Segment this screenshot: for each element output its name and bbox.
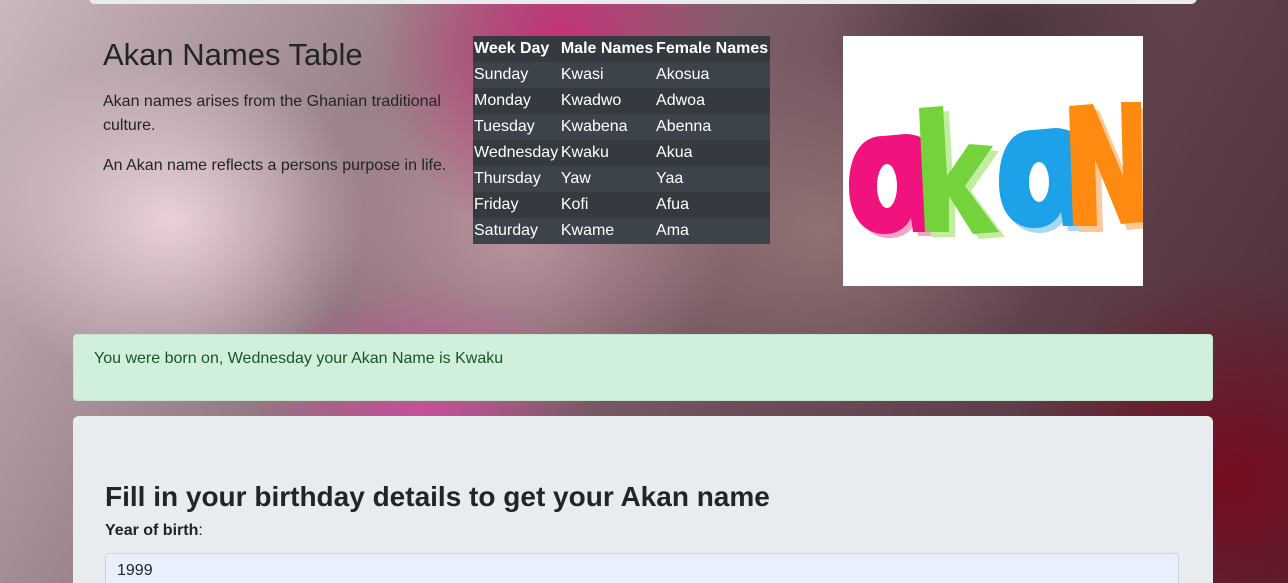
year-of-birth-input[interactable] [105,553,1179,583]
cell-male-name: Kofi [560,196,589,213]
header-male-names: Male Names [559,36,656,62]
cell-male-name: Kwame [560,222,615,239]
cell-female-name: Abenna [656,118,712,135]
logo-letter-n [1069,102,1149,232]
cell-week-day: Thursday [474,170,541,187]
birthday-form-card: Fill in your birthday details to get you… [73,416,1213,583]
cell-week-day: Wednesday [474,144,559,161]
akan-logo [843,36,1149,286]
cell-male-name: Kwadwo [560,92,622,109]
top-card-edge [89,0,1197,4]
intro-paragraph: Akan names arises from the Ghanian tradi… [103,93,441,134]
table-header-row: Week Day Male Names Female Names [473,36,770,62]
cell-week-day: Friday [474,196,519,213]
intro-section: Akan Names Table Akan names arises from … [103,36,448,194]
logo-letter-k [919,106,1005,239]
table-row: Wednesday Kwaku Akua [473,140,770,166]
akan-names-table: Week Day Male Names Female Names Sunday … [473,36,770,244]
table-row: Thursday Yaw Yaa [473,166,770,192]
table-row: Friday Kofi Afua [473,192,770,218]
year-label-suffix: : [198,522,203,539]
cell-week-day: Monday [474,92,531,109]
year-label-text: Year of birth [105,522,199,539]
cell-female-name: Ama [656,222,689,239]
cell-female-name: Akosua [656,66,710,83]
result-alert: You were born on, Wednesday your Akan Na… [73,334,1213,401]
akan-logo-graphic [849,102,1149,239]
table-row: Saturday Kwame Ama [473,218,770,244]
cell-male-name: Yaw [560,170,591,187]
cell-week-day: Saturday [474,222,539,239]
table-row: Monday Kwadwo Adwoa [473,88,770,114]
cell-female-name: Afua [656,196,689,213]
result-message: You were born on, Wednesday your Akan Na… [94,350,504,367]
cell-male-name: Kwabena [560,118,628,135]
cell-female-name: Adwoa [656,92,705,109]
cell-female-name: Yaa [656,170,684,187]
header-week-day: Week Day [473,36,560,62]
cell-male-name: Kwasi [560,66,604,83]
table-row: Sunday Kwasi Akosua [473,62,770,88]
cell-male-name: Kwaku [560,144,609,161]
intro-paragraph: An Akan name reflects a persons purpose … [103,157,447,174]
cell-week-day: Tuesday [474,118,535,135]
header-female-names: Female Names [655,36,770,62]
form-heading: Fill in your birthday details to get you… [105,481,770,512]
table-row: Tuesday Kwabena Abenna [473,114,770,140]
page-title: Akan Names Table [103,37,363,72]
cell-week-day: Sunday [474,66,529,83]
cell-female-name: Akua [656,144,693,161]
year-of-birth-label: Year of birth: [105,522,203,540]
